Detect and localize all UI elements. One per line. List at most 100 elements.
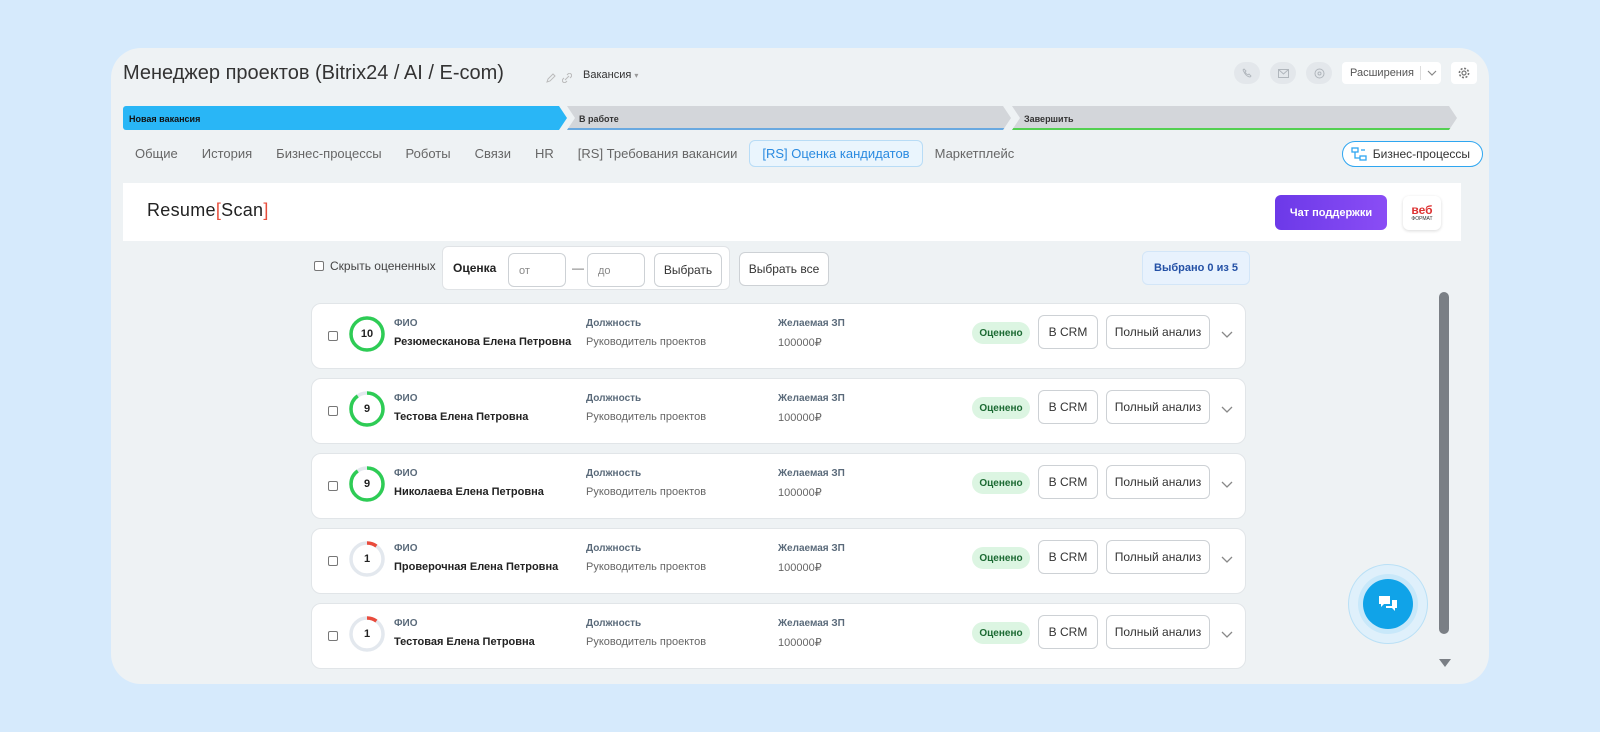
vacancy-dropdown-label: Вакансия: [583, 69, 632, 81]
logo-text-left: Resume: [147, 200, 216, 220]
chat-bubble-icon: [1314, 68, 1325, 78]
position-column: Должность Руководитель проектов: [586, 318, 706, 348]
expand-chevron-icon[interactable]: [1221, 626, 1233, 644]
full-analysis-button[interactable]: Полный анализ: [1106, 315, 1210, 349]
tab-general[interactable]: Общие: [123, 141, 190, 166]
stage-in-progress[interactable]: В работе: [567, 106, 1011, 130]
tab-business-processes[interactable]: Бизнес-процессы: [264, 141, 393, 166]
email-button[interactable]: [1270, 62, 1297, 84]
candidate-checkbox[interactable]: [328, 481, 338, 491]
name-column: ФИО Резюмесканова Елена Петровна: [394, 318, 571, 348]
candidate-position: Руководитель проектов: [586, 411, 707, 423]
settings-button[interactable]: [1451, 62, 1477, 84]
edit-icon[interactable]: [546, 70, 556, 83]
tab-robots[interactable]: Роботы: [394, 141, 463, 166]
crm-window: Менеджер проектов (Bitrix24 / AI / E-com…: [111, 48, 1489, 684]
full-analysis-button[interactable]: Полный анализ: [1106, 540, 1210, 574]
vacancy-dropdown[interactable]: Вакансия ▾: [583, 69, 638, 81]
candidate-row[interactable]: 10 ФИО Резюмесканова Елена Петровна Долж…: [311, 303, 1246, 369]
position-column: Должность Руководитель проектов: [586, 543, 706, 573]
apply-score-button[interactable]: Выбрать: [654, 253, 722, 287]
select-all-button[interactable]: Выбрать все: [739, 252, 829, 286]
candidate-name: Резюмесканова Елена Петровна: [394, 336, 572, 348]
candidate-row[interactable]: 1 ФИО Проверочная Елена Петровна Должнос…: [311, 528, 1246, 594]
tab-hr[interactable]: HR: [523, 141, 566, 166]
candidate-row[interactable]: 9 ФИО Тестова Елена Петровна Должность Р…: [311, 378, 1246, 444]
floating-chat-button[interactable]: [1348, 564, 1428, 644]
candidate-name: Николаева Елена Петровна: [394, 486, 544, 498]
score-value: 9: [363, 478, 371, 490]
link-icon[interactable]: [561, 70, 573, 84]
candidate-salary: 100000₽: [778, 562, 822, 574]
tab-rs-requirements[interactable]: [RS] Требования вакансии: [566, 141, 750, 166]
candidate-position: Руководитель проектов: [586, 336, 707, 348]
candidate-checkbox[interactable]: [328, 631, 338, 641]
expand-chevron-icon[interactable]: [1221, 326, 1233, 344]
candidate-name: Тестовая Елена Петровна: [394, 636, 535, 648]
name-label: ФИО: [394, 468, 418, 479]
to-crm-button[interactable]: В CRM: [1038, 465, 1098, 499]
hide-rated-checkbox[interactable]: [314, 261, 324, 271]
expand-chevron-icon[interactable]: [1221, 551, 1233, 569]
candidate-name: Проверочная Елена Петровна: [394, 561, 559, 573]
to-crm-button[interactable]: В CRM: [1038, 615, 1098, 649]
score-from-input[interactable]: от: [508, 253, 566, 287]
to-crm-button[interactable]: В CRM: [1038, 540, 1098, 574]
salary-column: Желаемая ЗП 100000₽: [778, 318, 845, 349]
tab-links[interactable]: Связи: [463, 141, 523, 166]
score-to-input[interactable]: до: [587, 253, 645, 287]
full-analysis-button[interactable]: Полный анализ: [1106, 615, 1210, 649]
position-label: Должность: [586, 468, 642, 479]
score-value: 9: [363, 403, 371, 415]
position-column: Должность Руководитель проектов: [586, 618, 706, 648]
business-processes-label: Бизнес-процессы: [1372, 147, 1470, 161]
extensions-dropdown[interactable]: Расширения: [1342, 62, 1441, 84]
workflow-icon: [1351, 147, 1367, 161]
position-label: Должность: [586, 393, 642, 404]
tab-marketplace[interactable]: Маркетплейс: [923, 141, 1027, 166]
to-crm-button[interactable]: В CRM: [1038, 390, 1098, 424]
scrollbar-thumb[interactable]: [1439, 292, 1449, 634]
page-title: Менеджер проектов (Bitrix24 / AI / E-com…: [123, 62, 504, 84]
candidate-salary: 100000₽: [778, 487, 822, 499]
tab-rs-candidate-evaluation[interactable]: [RS] Оценка кандидатов: [749, 139, 923, 167]
candidate-row[interactable]: 9 ФИО Николаева Елена Петровна Должность…: [311, 453, 1246, 519]
stage-label: Завершить: [1024, 114, 1074, 124]
business-processes-button[interactable]: Бизнес-процессы: [1341, 141, 1483, 167]
expand-chevron-icon[interactable]: [1221, 401, 1233, 419]
stage-finish[interactable]: Завершить: [1012, 106, 1457, 130]
full-analysis-button[interactable]: Полный анализ: [1106, 465, 1210, 499]
candidate-checkbox[interactable]: [328, 556, 338, 566]
name-column: ФИО Николаева Елена Петровна: [394, 468, 544, 498]
partner-logo-top: веб: [1411, 203, 1433, 217]
status-badge: Оценено: [972, 397, 1030, 419]
call-button[interactable]: [1234, 62, 1261, 84]
logo-bracket: ]: [263, 200, 269, 220]
stage-new[interactable]: Новая вакансия: [123, 106, 567, 130]
salary-label: Желаемая ЗП: [778, 393, 845, 404]
range-dash: —: [572, 261, 584, 275]
chevron-down-icon: ▾: [634, 71, 639, 80]
triangle-down-icon: [1439, 659, 1451, 667]
candidate-row[interactable]: 1 ФИО Тестовая Елена Петровна Должность …: [311, 603, 1246, 669]
score-value: 1: [363, 628, 371, 640]
chat-button[interactable]: [1306, 62, 1333, 84]
candidate-checkbox[interactable]: [328, 331, 338, 341]
expand-chevron-icon[interactable]: [1221, 476, 1233, 494]
chat-bubbles-icon: [1379, 596, 1397, 611]
selected-count-badge: Выбрано 0 из 5: [1142, 251, 1250, 285]
scroll-down-button[interactable]: [1439, 654, 1451, 672]
name-column: ФИО Тестовая Елена Петровна: [394, 618, 535, 648]
name-label: ФИО: [394, 618, 418, 629]
support-chat-button[interactable]: Чат поддержки: [1275, 195, 1387, 230]
tab-history[interactable]: История: [190, 141, 264, 166]
status-badge: Оценено: [972, 547, 1030, 569]
candidate-checkbox[interactable]: [328, 406, 338, 416]
salary-label: Желаемая ЗП: [778, 468, 845, 479]
hide-rated-toggle[interactable]: Скрыть оцененных: [314, 259, 436, 273]
full-analysis-button[interactable]: Полный анализ: [1106, 390, 1210, 424]
partner-logo-bottom: ФОРМАТ: [1411, 216, 1433, 222]
app-header: Resume[Scan] Чат поддержки веб ФОРМАТ: [123, 183, 1461, 241]
to-crm-button[interactable]: В CRM: [1038, 315, 1098, 349]
stage-label: В работе: [579, 114, 619, 124]
